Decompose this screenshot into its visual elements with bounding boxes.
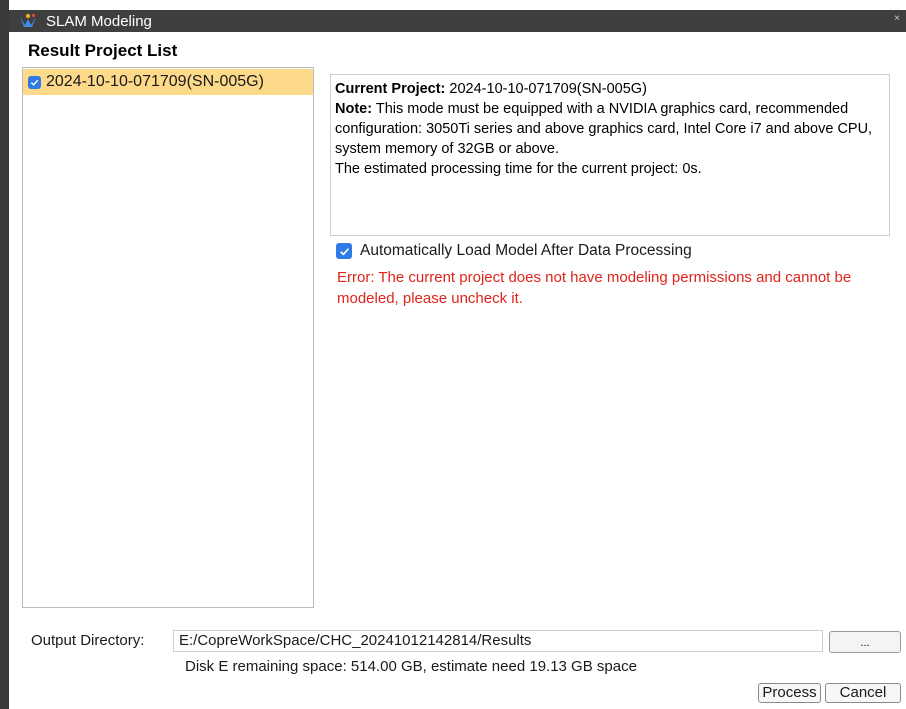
auto-load-option[interactable]: Automatically Load Model After Data Proc… — [336, 242, 692, 260]
estimate-text: The estimated processing time for the cu… — [335, 161, 702, 177]
project-checkbox[interactable] — [28, 75, 41, 89]
cancel-button[interactable]: Cancel — [825, 683, 901, 703]
project-info-panel: Current Project: 2024-10-10-071709(SN-00… — [330, 74, 890, 236]
project-name: 2024-10-10-071709(SN-005G) — [46, 73, 264, 90]
project-list[interactable]: 2024-10-10-071709(SN-005G) — [22, 67, 314, 608]
output-directory-field[interactable]: E:/CopreWorkSpace/CHC_20241012142814/Res… — [173, 630, 823, 652]
checkmark-icon — [30, 79, 39, 86]
disk-space-info: Disk E remaining space: 514.00 GB, estim… — [185, 658, 637, 675]
note-label: Note: — [335, 101, 373, 117]
output-directory-label: Output Directory: — [31, 632, 145, 649]
list-item-project[interactable]: 2024-10-10-071709(SN-005G) — [23, 69, 313, 95]
close-icon[interactable]: × — [894, 13, 900, 24]
note-text: This mode must be equipped with a NVIDIA… — [335, 101, 873, 157]
current-project-value: 2024-10-10-071709(SN-005G) — [449, 81, 647, 97]
auto-load-label: Automatically Load Model After Data Proc… — [360, 242, 692, 259]
window-left-edge — [0, 0, 9, 709]
auto-load-checkbox[interactable] — [336, 243, 352, 259]
current-project-label: Current Project: — [335, 81, 446, 97]
browse-button[interactable]: ... — [829, 631, 901, 653]
window-title: SLAM Modeling — [46, 12, 152, 30]
slam-app-icon — [19, 13, 37, 29]
error-message: Error: The current project does not have… — [337, 269, 852, 307]
process-button[interactable]: Process — [758, 683, 821, 703]
checkmark-icon — [339, 247, 349, 256]
project-list-heading: Result Project List — [28, 41, 178, 60]
title-bar[interactable]: SLAM Modeling × — [9, 10, 906, 32]
